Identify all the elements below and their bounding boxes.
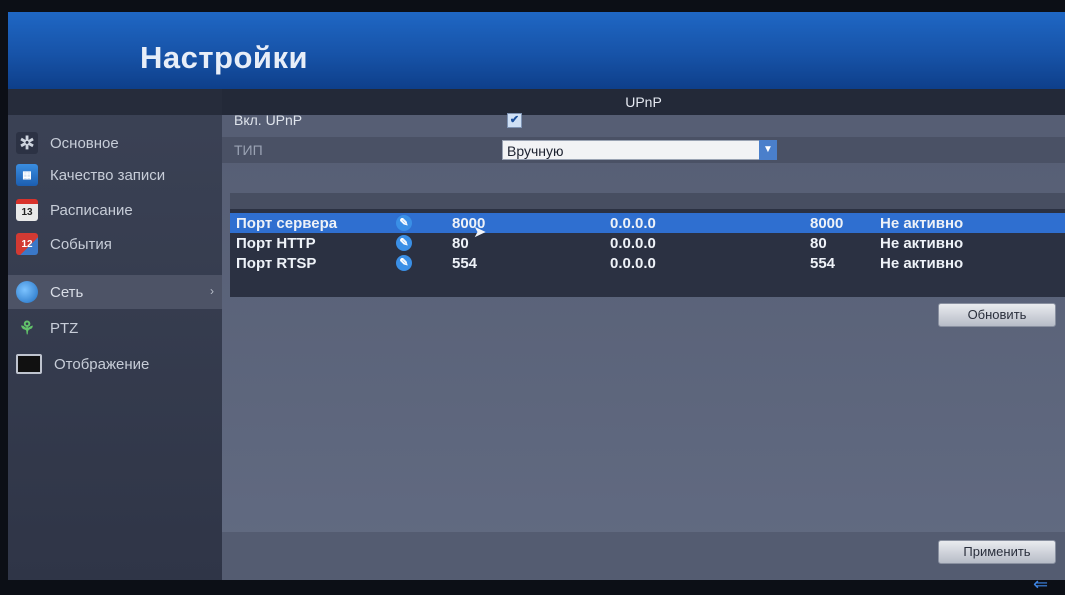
type-label: ТИП (234, 142, 263, 158)
ip-address: 0.0.0.0 (610, 255, 656, 272)
external-port: 554 (810, 255, 836, 272)
sidebar-header (8, 89, 222, 115)
table-row[interactable]: Порт сервера ✎ 8000 0.0.0.0 8000 Не акти… (230, 213, 1065, 233)
apply-button[interactable]: Применить (938, 540, 1056, 564)
sidebar-item-events[interactable]: 12 События (8, 227, 222, 261)
sidebar-item-label: События (50, 235, 112, 253)
dvr-screen: Настройки ✲ Основное ▦ Качество записи 1… (8, 12, 1065, 580)
globe-icon (16, 281, 38, 303)
back-arrow-icon[interactable]: ⇐ (1033, 574, 1048, 595)
chevron-right-icon: › (210, 284, 214, 298)
edit-icon[interactable]: ✎ (396, 235, 412, 251)
chevron-down-icon[interactable]: ▼ (759, 140, 777, 160)
sidebar-item-display[interactable]: Отображение (8, 347, 222, 381)
edit-icon[interactable]: ✎ (396, 255, 412, 271)
upnp-panel: UPnP Вкл. UPnP ✔ ТИП Вручную ▼ Порт серв… (222, 89, 1065, 580)
sidebar: ✲ Основное ▦ Качество записи 13 Расписан… (8, 89, 222, 580)
table-row[interactable]: Порт RTSP ✎ 554 0.0.0.0 554 Не активно (230, 253, 1065, 273)
sidebar-item-label: Качество записи (50, 166, 166, 184)
table-header (230, 193, 1065, 209)
panel-footer: Применить (222, 532, 1065, 580)
sidebar-item-label: Сеть (50, 283, 84, 301)
sidebar-item-ptz[interactable]: ⚘ PTZ (8, 311, 222, 345)
refresh-button[interactable]: Обновить (938, 303, 1056, 327)
mouse-cursor-icon: ➤ (473, 224, 487, 241)
enable-upnp-row: Вкл. UPnP ✔ (222, 109, 1065, 131)
sidebar-item-schedule[interactable]: 13 Расписание (8, 193, 222, 227)
enable-upnp-label: Вкл. UPnP (234, 112, 303, 128)
port-number: 554 (452, 255, 478, 272)
type-select[interactable]: Вручную ▼ (502, 140, 777, 160)
status-text: Не активно (880, 235, 964, 252)
sidebar-item-record-quality[interactable]: ▦ Качество записи (8, 158, 222, 192)
port-mapping-table: Порт сервера ✎ 8000 0.0.0.0 8000 Не акти… (230, 193, 1065, 297)
type-row: ТИП Вручную ▼ (222, 137, 1065, 163)
sidebar-item-label: PTZ (50, 319, 79, 337)
status-text: Не активно (880, 215, 964, 232)
sidebar-item-basic[interactable]: ✲ Основное (8, 126, 222, 160)
sidebar-item-label: Отображение (54, 355, 150, 373)
sidebar-item-label: Расписание (50, 201, 133, 219)
ip-address: 0.0.0.0 (610, 235, 656, 252)
sidebar-item-label: Основное (50, 134, 119, 152)
calendar-icon: 13 (16, 199, 38, 221)
status-text: Не активно (880, 255, 964, 272)
ptz-camera-icon: ⚘ (18, 317, 36, 338)
edit-icon[interactable]: ✎ (396, 215, 412, 231)
type-select-value: Вручную (507, 143, 564, 159)
external-port: 80 (810, 235, 827, 252)
enable-upnp-checkbox[interactable]: ✔ (507, 113, 522, 128)
film-icon: ▦ (16, 164, 38, 186)
page-title: Настройки (140, 40, 309, 75)
table-row[interactable]: Порт HTTP ✎ 80 0.0.0.0 80 Не активно (230, 233, 1065, 253)
port-name: Порт сервера (236, 215, 338, 232)
port-number: 80 (452, 235, 469, 252)
external-port: 8000 (810, 215, 844, 232)
ip-address: 0.0.0.0 (610, 215, 656, 232)
header-banner: Настройки (8, 12, 1065, 89)
port-name: Порт HTTP (236, 235, 316, 252)
monitor-icon (16, 354, 42, 374)
sidebar-item-network[interactable]: Сеть › (8, 275, 222, 309)
gear-icon: ✲ (16, 132, 38, 154)
port-name: Порт RTSP (236, 255, 317, 272)
events-flag-icon: 12 (16, 233, 38, 255)
